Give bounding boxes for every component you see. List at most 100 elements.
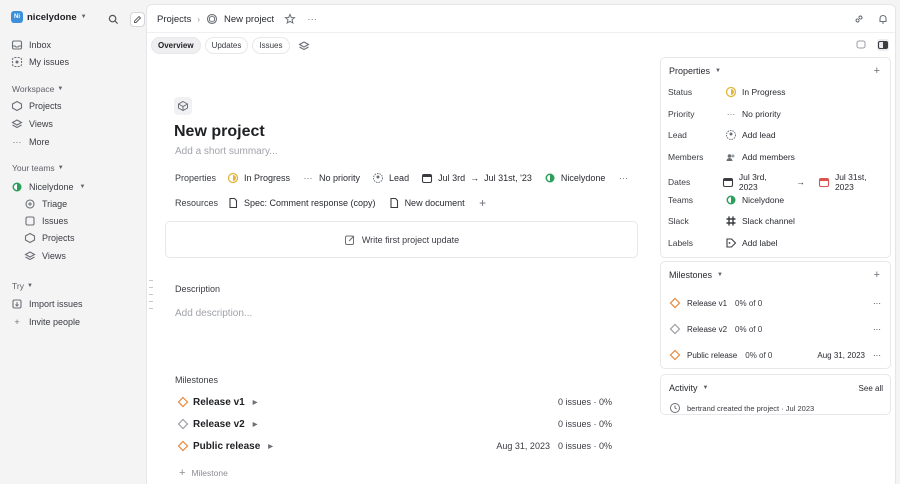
property-labels[interactable]: Labels Add label <box>668 237 883 249</box>
sidebar-item-label: Issues <box>42 216 69 226</box>
property-priority[interactable]: Priority ··· No priority <box>668 108 883 120</box>
new-issue-button[interactable] <box>130 12 145 27</box>
try-section-toggle[interactable]: Try ▼ <box>12 281 33 291</box>
properties-label: Properties <box>175 173 217 183</box>
tab-issues[interactable]: Issues <box>252 37 290 54</box>
user-icon <box>725 129 737 141</box>
property-value: No priority <box>742 109 781 119</box>
teams-section-toggle[interactable]: Your teams ▼ <box>12 163 64 173</box>
in-progress-icon <box>227 172 239 184</box>
property-members[interactable]: Members Add members <box>668 151 883 163</box>
add-resource-icon[interactable]: + <box>477 196 489 210</box>
plus-icon[interactable]: + <box>874 65 880 77</box>
comment-icon[interactable] <box>855 39 867 51</box>
panel-milestone-row[interactable]: Release v2 0% of 0 ··· <box>669 323 881 335</box>
milestones-panel-toggle[interactable]: Milestones ▼ <box>669 270 723 280</box>
tab-overview[interactable]: Overview <box>151 37 201 54</box>
more-options-icon[interactable]: ··· <box>873 325 881 334</box>
plus-icon[interactable]: + <box>874 269 880 281</box>
milestone-diamond-icon <box>177 396 189 408</box>
chevron-right-icon: › <box>197 14 200 24</box>
more-icon: ··· <box>12 137 22 147</box>
milestones-heading: Milestones <box>175 375 219 385</box>
bell-icon[interactable] <box>877 13 889 25</box>
property-lead[interactable]: Lead Add lead <box>668 129 883 141</box>
more-options-icon[interactable]: ··· <box>617 172 629 184</box>
dates-chip[interactable]: Jul 3rd → Jul 31st, '23 <box>421 172 532 184</box>
property-teams[interactable]: Teams Nicelydone <box>668 194 883 206</box>
more-options-icon[interactable]: ··· <box>306 13 318 25</box>
tab-updates[interactable]: Updates <box>204 37 249 54</box>
sidebar-item-my-issues[interactable]: My issues <box>11 56 69 68</box>
project-title[interactable]: New project <box>174 123 265 141</box>
milestone-name: Release v1 <box>193 396 245 408</box>
workspace-switcher[interactable]: Ni nicelydone ▼ <box>11 11 87 23</box>
summary-input[interactable]: Add a short summary... <box>175 146 278 157</box>
property-value: Add members <box>742 152 795 162</box>
section-label: Your teams <box>12 163 55 173</box>
resource-new-document[interactable]: New document <box>388 197 465 209</box>
search-icon[interactable] <box>106 12 120 26</box>
property-key: Teams <box>668 195 694 205</box>
panel-milestone-row[interactable]: Release v1 0% of 0 ··· <box>669 297 881 309</box>
views-icon <box>11 118 23 130</box>
priority-chip[interactable]: ··· No priority <box>302 172 361 184</box>
sidebar-item-team-views[interactable]: Views <box>24 250 66 262</box>
sidebar-item-projects[interactable]: Projects <box>11 100 62 112</box>
sidebar-item-invite-people[interactable]: + Invite people <box>11 316 80 328</box>
sidebar-toggle-icon[interactable] <box>877 39 889 51</box>
more-options-icon[interactable]: ··· <box>873 351 881 360</box>
sidebar-item-views[interactable]: Views <box>11 118 53 130</box>
resource-spec[interactable]: Spec: Comment response (copy) <box>227 197 376 209</box>
properties-panel-toggle[interactable]: Properties ▼ <box>669 66 721 76</box>
project-cube-icon[interactable] <box>174 97 192 115</box>
sidebar-item-label: Views <box>42 251 66 261</box>
sidebar-item-inbox[interactable]: Inbox <box>11 39 51 51</box>
link-icon[interactable] <box>853 13 865 25</box>
description-input[interactable]: Add description... <box>175 308 252 319</box>
sidebar-item-issues[interactable]: Issues <box>24 215 68 227</box>
activity-panel-toggle[interactable]: Activity ▼ <box>669 383 708 393</box>
calendar-icon <box>421 172 433 184</box>
milestone-diamond-icon <box>669 297 681 309</box>
see-all-link[interactable]: See all <box>859 384 883 393</box>
team-chip[interactable]: Nicelydone <box>544 172 605 184</box>
milestone-row[interactable]: Public release ▶ Aug 31, 2023 0 issues · … <box>177 440 612 452</box>
property-slack[interactable]: Slack Slack channel <box>668 215 883 227</box>
sidebar-item-label: Triage <box>42 199 68 209</box>
milestone-row[interactable]: Release v2 ▶ 0 issues · 0% <box>177 418 612 430</box>
import-icon <box>11 298 23 310</box>
lead-chip[interactable]: Lead <box>372 172 409 184</box>
breadcrumb-projects[interactable]: Projects <box>157 14 191 25</box>
sidebar-item-import-issues[interactable]: Import issues <box>11 298 83 310</box>
members-icon <box>725 151 737 163</box>
milestone-progress: 0% of 0 <box>735 298 763 308</box>
add-milestone-button[interactable]: + Milestone <box>179 467 228 479</box>
no-priority-icon: ··· <box>726 109 736 119</box>
layers-icon[interactable] <box>297 40 310 52</box>
chevron-down-icon: ▼ <box>717 272 723 278</box>
property-key: Members <box>668 152 704 162</box>
workspace-section-toggle[interactable]: Workspace ▼ <box>12 84 63 94</box>
caret-right-icon: ▶ <box>268 443 273 450</box>
sidebar-item-label: More <box>29 137 50 147</box>
property-dates[interactable]: Dates Jul 3rd, 2023 → Jul 31st, 2023 <box>668 172 883 192</box>
sidebar-item-more[interactable]: ··· More <box>11 136 50 148</box>
milestone-stats: 0 issues · 0% <box>557 419 612 429</box>
status-label: In Progress <box>244 173 291 183</box>
property-value: Slack channel <box>742 216 795 226</box>
milestone-row[interactable]: Release v1 ▶ 0 issues · 0% <box>177 396 612 408</box>
views-icon <box>24 250 36 262</box>
sidebar-item-team-projects[interactable]: Projects <box>24 232 75 244</box>
more-options-icon[interactable]: ··· <box>873 299 881 308</box>
sidebar-team-nicelydone[interactable]: Nicelydone ▼ <box>11 181 85 193</box>
breadcrumb-project[interactable]: New project <box>224 14 274 25</box>
sidebar-item-triage[interactable]: Triage <box>24 198 67 210</box>
write-update-button[interactable]: Write first project update <box>165 221 638 258</box>
star-icon[interactable] <box>284 13 296 25</box>
panel-title: Properties <box>669 66 711 76</box>
status-chip[interactable]: In Progress <box>227 172 290 184</box>
panel-milestone-row[interactable]: Public release 0% of 0 Aug 31, 2023 ··· <box>669 349 881 361</box>
slack-icon <box>725 215 737 227</box>
property-status[interactable]: Status In Progress <box>668 86 883 98</box>
